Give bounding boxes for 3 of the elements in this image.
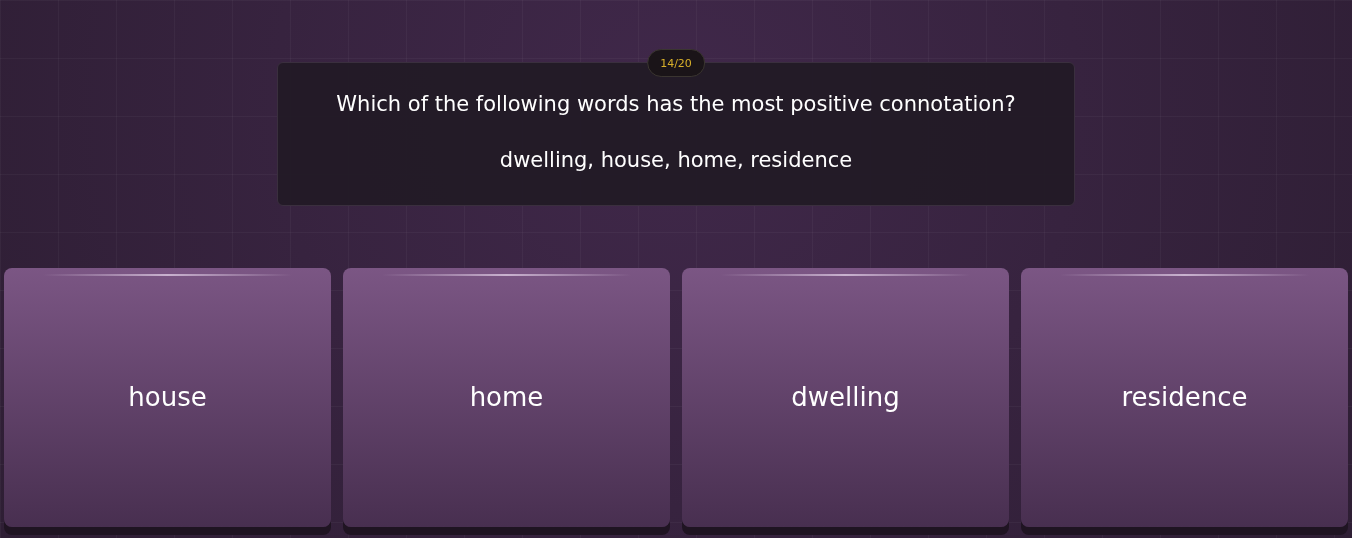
progress-badge: 14/20 — [647, 49, 705, 77]
word-list: dwelling, house, home, residence — [499, 144, 853, 176]
question-text: Which of the following words has the most positive connotation? — [336, 91, 1016, 118]
